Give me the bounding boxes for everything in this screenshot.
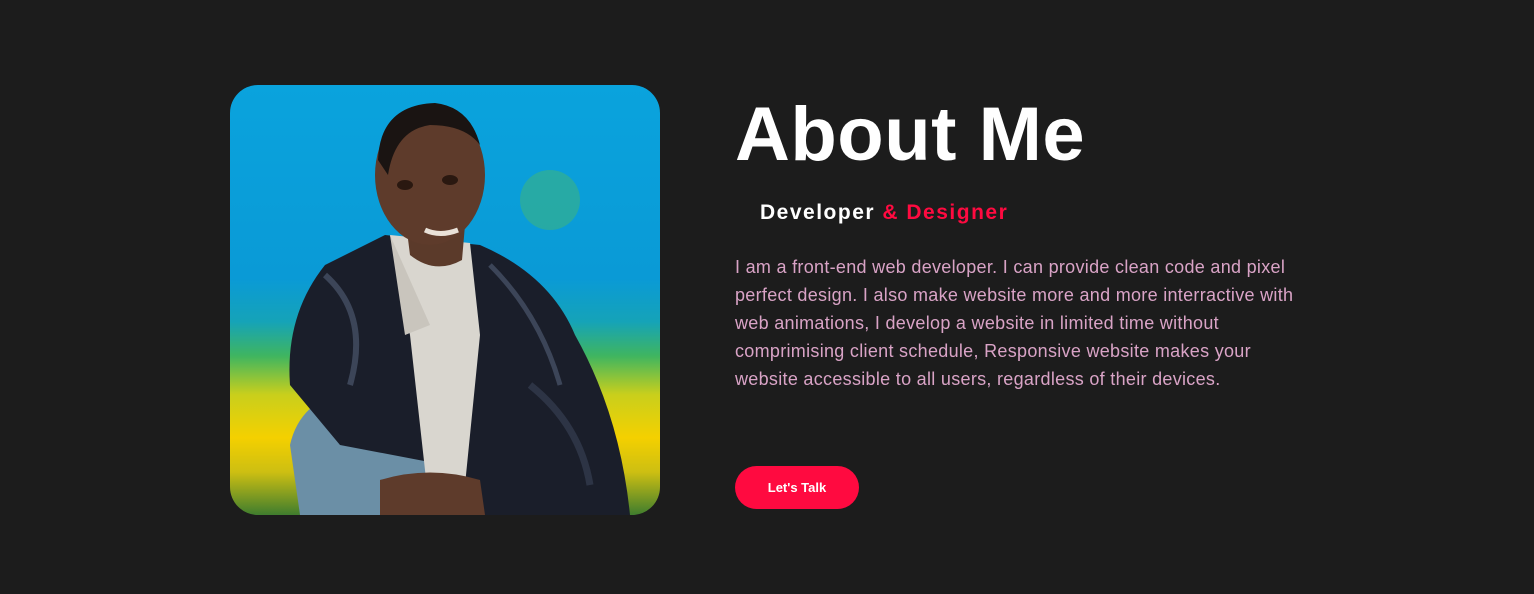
role-subtitle: Developer & Designer [760,201,1295,225]
page-title: About Me [735,92,1086,177]
role-accent: & Designer [882,201,1009,224]
about-content: About Me Developer & Designer I am a fro… [735,95,1295,393]
about-description: I am a front-end web developer. I can pr… [735,257,1294,389]
about-section: About Me Developer & Designer I am a fro… [0,0,1534,594]
lets-talk-button[interactable]: Let's Talk [735,466,859,509]
role-primary: Developer [760,201,876,224]
profile-photo [230,85,660,515]
profile-photo-illustration [289,103,630,515]
